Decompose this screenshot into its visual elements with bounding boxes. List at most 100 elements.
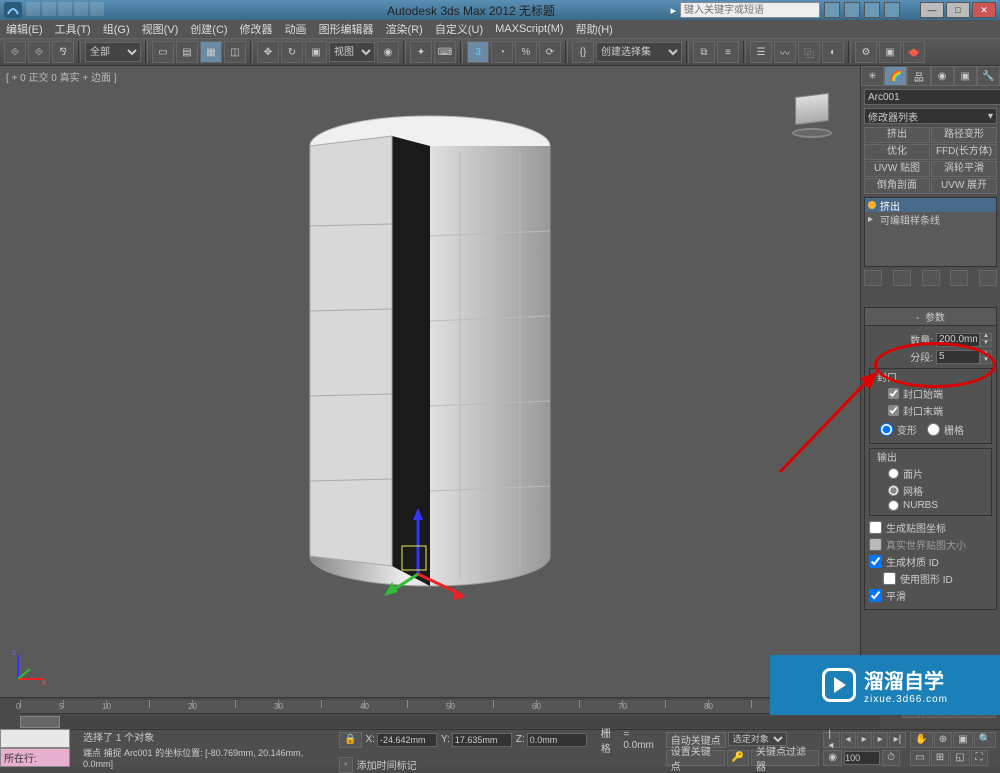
- rollout-header[interactable]: - 参数: [865, 308, 996, 326]
- time-ruler[interactable]: 05102030405060708090100: [20, 700, 880, 714]
- menu-create[interactable]: 创建(C): [190, 21, 227, 37]
- tab-utilities-icon[interactable]: 🔧: [977, 66, 1000, 86]
- render-frame-icon[interactable]: ▣: [879, 41, 901, 63]
- nav-next-icon[interactable]: ▸: [873, 732, 888, 748]
- select-icon[interactable]: ▭: [152, 41, 174, 63]
- time-config-icon[interactable]: ⏱: [882, 750, 900, 766]
- keyboard-icon[interactable]: ⌨: [434, 41, 456, 63]
- nav-play-icon[interactable]: ▸: [857, 732, 872, 748]
- chk-realworld[interactable]: 真实世界贴图大小: [869, 537, 992, 552]
- radio-mesh[interactable]: 网格: [888, 483, 987, 498]
- viewport[interactable]: [ + 0 正交 0 真实 + 边面 ] z: [0, 66, 860, 697]
- script-line-current[interactable]: 所在行:: [0, 748, 70, 767]
- menu-tools[interactable]: 工具(T): [55, 21, 91, 37]
- help-icon[interactable]: [884, 2, 900, 18]
- zoom-all-icon[interactable]: ⊞: [931, 750, 949, 766]
- radio-nurbs[interactable]: NURBS: [888, 500, 987, 511]
- layers-icon[interactable]: ☰: [750, 41, 772, 63]
- modifier-list-dropdown[interactable]: 修改器列表 ▾: [864, 108, 997, 124]
- menu-edit[interactable]: 编辑(E): [6, 21, 43, 37]
- schematic-icon[interactable]: ⿻: [798, 41, 820, 63]
- scale-icon[interactable]: ▣: [305, 41, 327, 63]
- tab-hierarchy-icon[interactable]: 品: [907, 66, 930, 86]
- qa-save-icon[interactable]: [58, 2, 72, 16]
- viewcube-ring-icon[interactable]: [792, 128, 832, 138]
- pin-stack-icon[interactable]: [864, 270, 882, 286]
- current-frame-input[interactable]: [844, 751, 880, 765]
- zoom-extents-icon[interactable]: ▣: [953, 732, 972, 748]
- amount-spinner[interactable]: ▲▼: [936, 333, 992, 347]
- qa-new-icon[interactable]: [26, 2, 40, 16]
- select-name-icon[interactable]: ▤: [176, 41, 198, 63]
- menu-render[interactable]: 渲染(R): [386, 21, 423, 37]
- time-slider-thumb[interactable]: [20, 716, 60, 728]
- region-zoom-icon[interactable]: ⛶: [971, 750, 988, 766]
- modbtn-optimize[interactable]: 优化: [864, 144, 930, 160]
- manipulate-icon[interactable]: ✦: [410, 41, 432, 63]
- chk-genmap[interactable]: 生成贴图坐标: [869, 520, 992, 535]
- chk-genmat[interactable]: 生成材质 ID: [869, 554, 992, 569]
- key-icon[interactable]: 🔑: [727, 750, 749, 766]
- coord-z-input[interactable]: [527, 733, 587, 747]
- expand-icon[interactable]: ▸: [868, 214, 876, 225]
- radio-morph[interactable]: 变形: [880, 422, 917, 437]
- material-editor-icon[interactable]: ◐: [822, 41, 844, 63]
- tab-create-icon[interactable]: ✳: [861, 66, 884, 86]
- menu-group[interactable]: 组(G): [103, 21, 130, 37]
- radio-grid[interactable]: 栅格: [927, 422, 964, 437]
- modifier-stack[interactable]: 挤出 ▸ 可编辑样条线: [864, 197, 997, 267]
- render-icon[interactable]: 🫖: [903, 41, 925, 63]
- modbtn-extrude[interactable]: 挤出: [864, 127, 930, 143]
- viewcube-box-icon[interactable]: [795, 93, 829, 125]
- orbit-icon[interactable]: ⊕: [934, 732, 952, 748]
- percent-snap-icon[interactable]: %: [515, 41, 537, 63]
- radio-patch[interactable]: 面片: [888, 466, 987, 481]
- maximize-button[interactable]: □: [946, 2, 970, 18]
- spinner-snap-icon[interactable]: ⟳: [539, 41, 561, 63]
- viewcube[interactable]: [784, 86, 840, 142]
- segments-input[interactable]: [936, 350, 980, 364]
- chk-cap-end[interactable]: 封口末端: [888, 403, 987, 418]
- minimize-button[interactable]: —: [920, 2, 944, 18]
- key-mode-icon[interactable]: ◉: [823, 750, 842, 766]
- modbtn-turbosmooth[interactable]: 涡轮平滑: [931, 161, 997, 177]
- selection-filter-select[interactable]: 全部: [85, 42, 141, 62]
- help-search-input[interactable]: [680, 2, 820, 18]
- select-rect-icon[interactable]: ▦: [200, 41, 222, 63]
- spin-down-icon[interactable]: ▼: [980, 340, 992, 347]
- show-end-icon[interactable]: [893, 270, 911, 286]
- menu-help[interactable]: 帮助(H): [576, 21, 613, 37]
- qa-redo-icon[interactable]: [90, 2, 104, 16]
- menu-graph[interactable]: 图形编辑器: [319, 21, 374, 37]
- menu-modifiers[interactable]: 修改器: [240, 21, 273, 37]
- rotate-icon[interactable]: ↻: [281, 41, 303, 63]
- spin-down-icon[interactable]: ▼: [980, 357, 992, 364]
- modbtn-chamfer[interactable]: 倒角剖面: [864, 178, 930, 194]
- make-unique-icon[interactable]: [922, 270, 940, 286]
- nav-goto-start-icon[interactable]: |◂: [823, 732, 839, 748]
- tab-modify-icon[interactable]: 🌈: [884, 66, 907, 86]
- lock-icon[interactable]: 🔒: [339, 732, 361, 748]
- zoom-icon[interactable]: 🔍: [974, 732, 996, 748]
- pivot-icon[interactable]: ◉: [377, 41, 399, 63]
- bind-icon[interactable]: ⅋: [52, 41, 74, 63]
- max-viewport-icon[interactable]: ◱: [950, 750, 969, 766]
- viewport-label[interactable]: [ + 0 正交 0 真实 + 边面 ]: [6, 69, 117, 84]
- configure-icon[interactable]: [979, 270, 997, 286]
- stack-item-spline[interactable]: ▸ 可编辑样条线: [865, 212, 996, 226]
- spin-up-icon[interactable]: ▲: [980, 333, 992, 340]
- menu-maxscript[interactable]: MAXScript(M): [495, 23, 563, 35]
- spin-up-icon[interactable]: ▲: [980, 350, 992, 357]
- named-sets-icon[interactable]: {}: [572, 41, 594, 63]
- chk-cap-start[interactable]: 封口始端: [888, 386, 987, 401]
- favorite-icon[interactable]: [864, 2, 880, 18]
- time-tag-icon[interactable]: ◦: [339, 757, 353, 773]
- qa-open-icon[interactable]: [42, 2, 56, 16]
- coord-y-input[interactable]: [452, 733, 512, 747]
- qa-undo-icon[interactable]: [74, 2, 88, 16]
- curve-editor-icon[interactable]: 〰: [774, 41, 796, 63]
- amount-input[interactable]: [936, 333, 980, 347]
- named-selection-select[interactable]: 创建选择集: [596, 42, 682, 62]
- chk-smooth[interactable]: 平滑: [869, 588, 992, 603]
- modbtn-uvwunwrap[interactable]: UVW 展开: [931, 178, 997, 194]
